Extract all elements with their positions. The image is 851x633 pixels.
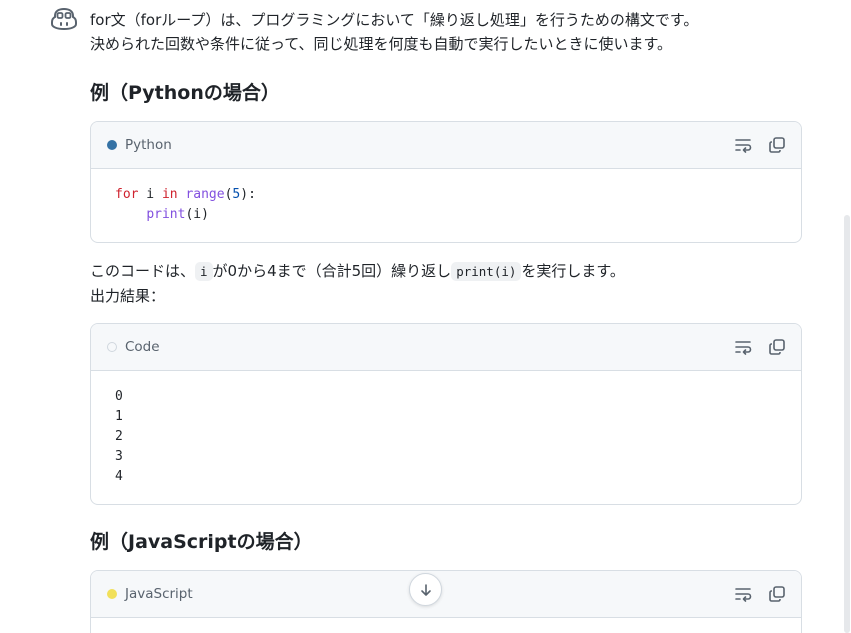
language-label: JavaScript [125,586,193,602]
javascript-code-block: JavaScript [90,570,802,633]
scroll-to-bottom-button[interactable] [409,573,442,606]
copy-icon[interactable] [767,584,787,604]
scrollbar-thumb[interactable] [844,215,850,633]
arrow-down-icon [420,583,431,596]
copy-icon[interactable] [767,337,787,357]
scrollbar[interactable] [843,0,851,633]
code-token: for [115,187,139,202]
python-example-heading: 例（Pythonの場合） [90,82,280,104]
explanation-line-1: このコードは、 i が0から4まで（合計5回）繰り返し print(i) を実行します。 [90,259,802,284]
language-dot [107,589,117,599]
wrap-lines-icon[interactable] [733,584,753,604]
wrap-lines-icon[interactable] [733,337,753,357]
output-line: 2 [115,429,123,444]
text-span: を実行します。 [521,262,625,280]
code-token: in [161,187,178,202]
explanation-paragraph: このコードは、 i が0から4まで（合計5回）繰り返し print(i) を実行します。… [90,259,802,308]
wrap-lines-icon[interactable] [733,135,753,155]
output-code-block: Code 0 1 2 3 4 [90,323,802,505]
copilot-icon [51,8,77,30]
language-dot [107,342,117,352]
code-token: (i) [185,207,209,222]
inline-code: print(i) [451,262,522,281]
language-label: Code [125,339,160,355]
code-block-header: Code [91,324,801,371]
code-block-tools [733,584,787,604]
output-code: 0 1 2 3 4 [91,371,801,503]
chat-page: for文（forループ）は、プログラミングにおいて「繰り返し処理」を行うための構… [0,0,851,633]
output-line: 4 [115,469,123,484]
intro-line-2: 決められた回数や条件に従って、同じ処理を何度も自動で実行したいときに使います。 [90,35,673,53]
code-token: ): [240,187,256,202]
explanation-line-2: 出力結果： [90,287,166,305]
python-code-block: Python for i in range(5): print(i) [90,121,802,243]
language-dot [107,140,117,150]
code-token: range [185,187,225,202]
intro-line-1: for文（forループ）は、プログラミングにおいて「繰り返し処理」を行うための構… [90,11,699,29]
text-span: このコードは、 [90,262,196,280]
code-token: print [146,207,186,222]
code-block-tools [733,337,787,357]
output-line: 0 [115,389,123,404]
inline-code: i [195,262,213,281]
output-line: 3 [115,449,123,464]
code-block-header: JavaScript [91,571,801,618]
output-line: 1 [115,409,123,424]
text-span: が0から4まで（合計5回）繰り返し [212,262,452,280]
python-code: for i in range(5): print(i) [91,169,801,241]
code-token: i [138,187,162,202]
copy-icon[interactable] [767,135,787,155]
javascript-example-heading: 例（JavaScriptの場合） [90,531,313,553]
code-block-tools [733,135,787,155]
language-label: Python [125,137,172,153]
intro-paragraph: for文（forループ）は、プログラミングにおいて「繰り返し処理」を行うための構… [90,8,802,56]
code-block-header: Python [91,122,801,169]
